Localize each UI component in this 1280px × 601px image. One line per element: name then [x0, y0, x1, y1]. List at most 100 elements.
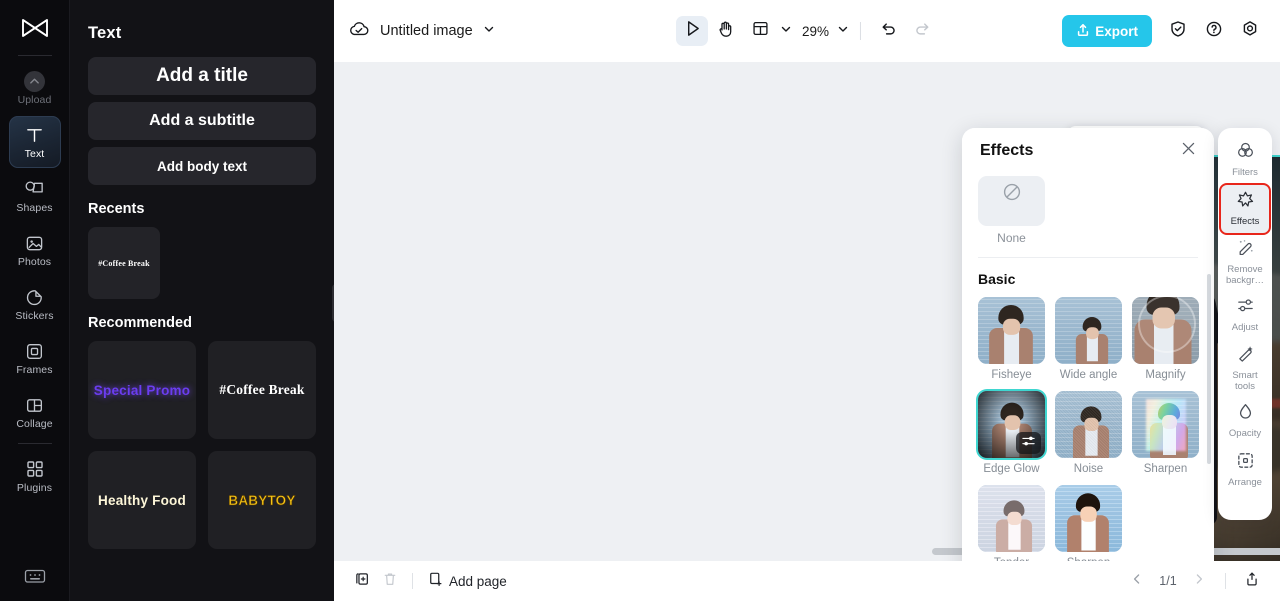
- select-tool-button[interactable]: [675, 16, 708, 46]
- recommended-card[interactable]: Special Promo: [88, 341, 196, 439]
- effect-thumbnail: [978, 485, 1045, 552]
- hand-icon: [717, 20, 735, 43]
- bottom-bar-right: 1/1: [1123, 568, 1266, 594]
- tool-label: Adjust: [1231, 322, 1259, 334]
- effect-item-edge-glow[interactable]: Edge Glow: [978, 391, 1045, 476]
- effect-settings-button[interactable]: [1016, 432, 1041, 454]
- sidebar-item-collage[interactable]: Collage: [9, 386, 61, 438]
- add-a-subtitle-button[interactable]: Add a subtitle: [88, 102, 316, 140]
- layout-tool-button[interactable]: [744, 16, 776, 46]
- recommended-card-label: BABYTOY: [228, 492, 296, 508]
- capcut-logo[interactable]: [14, 8, 56, 48]
- sidebar-item-stickers[interactable]: Stickers: [9, 278, 61, 330]
- sidebar-item-photos[interactable]: Photos: [9, 224, 61, 276]
- effect-label: Sharpen: [1143, 463, 1188, 475]
- effect-label: Tender: [978, 557, 1045, 561]
- duplicate-page-icon: [354, 571, 370, 592]
- effect-item-tender[interactable]: Tender: [978, 485, 1045, 561]
- sidebar-item-label: Text: [24, 148, 45, 160]
- settings-icon: [1241, 20, 1259, 43]
- export-page-button[interactable]: [1238, 568, 1266, 594]
- sidebar-item-plugins[interactable]: Plugins: [9, 450, 61, 502]
- close-icon: [1181, 141, 1196, 161]
- tool-filters[interactable]: Filters: [1221, 136, 1269, 184]
- chevron-down-icon[interactable]: [483, 22, 495, 40]
- sidebar-item-label: Shapes: [16, 202, 53, 214]
- layout-caret-icon[interactable]: [780, 22, 792, 40]
- zoom-caret-icon[interactable]: [837, 22, 849, 40]
- upload-icon: [24, 70, 45, 92]
- document-title[interactable]: Untitled image: [380, 23, 473, 39]
- shield-button[interactable]: [1162, 16, 1194, 46]
- sidebar-item-frames[interactable]: Frames: [9, 332, 61, 384]
- tool-label: Opacity: [1228, 428, 1262, 440]
- delete-page-button[interactable]: [376, 568, 404, 594]
- effects-divider: [978, 257, 1198, 258]
- effects-panel-scrollbar[interactable]: [1207, 274, 1211, 464]
- filters-icon: [1236, 141, 1255, 165]
- settings-button[interactable]: [1234, 16, 1266, 46]
- tool-label: Remove backgr…: [1225, 264, 1264, 286]
- redo-button[interactable]: [906, 16, 938, 46]
- tool-remove-background[interactable]: Remove backgr…: [1221, 234, 1269, 290]
- tool-adjust[interactable]: Adjust: [1221, 291, 1269, 339]
- help-button[interactable]: [1198, 16, 1230, 46]
- effect-label: Noise: [1073, 463, 1104, 475]
- next-page-button[interactable]: [1185, 568, 1213, 594]
- recommended-card[interactable]: Healthy Food: [88, 451, 196, 549]
- tool-opacity[interactable]: Opacity: [1221, 397, 1269, 445]
- effect-item-wide-angle[interactable]: Wide angle: [1055, 297, 1122, 382]
- tool-arrange[interactable]: Arrange: [1221, 446, 1269, 494]
- effect-thumbnail: [1132, 297, 1199, 364]
- recommended-card[interactable]: #Coffee Break: [208, 341, 316, 439]
- effect-item-noise[interactable]: Noise: [1055, 391, 1122, 476]
- effect-item-magnify[interactable]: Magnify: [1132, 297, 1199, 382]
- redo-icon: [914, 20, 931, 42]
- effects-panel-body[interactable]: None Basic Fisheye Wide angle Magnify Ed…: [962, 174, 1214, 561]
- hand-tool-button[interactable]: [710, 16, 742, 46]
- canvas-area[interactable]: Page 1: [334, 62, 1280, 561]
- effect-item-sharpen-2[interactable]: Sharpen: [1055, 485, 1122, 561]
- effect-item-sharpen[interactable]: Sharpen: [1132, 391, 1199, 476]
- cloud-saved-icon[interactable]: [348, 20, 370, 43]
- close-effects-panel-button[interactable]: [1176, 139, 1200, 163]
- remove-background-icon: [1236, 238, 1255, 262]
- text-icon: [25, 124, 44, 146]
- collage-icon: [25, 394, 44, 416]
- keyboard-shortcuts-button[interactable]: [0, 568, 70, 589]
- export-button[interactable]: Export: [1062, 15, 1152, 47]
- duplicate-page-button[interactable]: [348, 568, 376, 594]
- tool-effects[interactable]: Effects: [1219, 183, 1271, 235]
- previous-page-button[interactable]: [1123, 568, 1151, 594]
- add-page-button[interactable]: Add page: [427, 571, 507, 592]
- undo-button[interactable]: [872, 16, 904, 46]
- effects-icon: [1236, 190, 1255, 214]
- recommended-card[interactable]: BABYTOY: [208, 451, 316, 549]
- sidebar-item-shapes[interactable]: Shapes: [9, 170, 61, 222]
- none-effect-tile[interactable]: [978, 176, 1045, 226]
- collapse-panel-handle[interactable]: [332, 284, 334, 322]
- toolbar-divider: [860, 22, 862, 40]
- sidebar-item-label: Plugins: [16, 482, 53, 494]
- sidebar-item-text[interactable]: Text: [8, 116, 61, 168]
- add-a-title-button[interactable]: Add a title: [88, 57, 316, 95]
- effect-label: Magnify: [1145, 369, 1186, 381]
- topbar-right: Export: [1062, 15, 1266, 47]
- recent-template-card[interactable]: #Coffee Break: [88, 227, 160, 299]
- zoom-level[interactable]: 29%: [802, 24, 829, 39]
- shapes-icon: [24, 178, 45, 200]
- none-effect-group: None: [978, 174, 1198, 245]
- effect-thumbnail: [978, 391, 1045, 458]
- add-body-text-button[interactable]: Add body text: [88, 147, 316, 185]
- layout-icon: [751, 20, 768, 42]
- rail-divider: [17, 55, 52, 56]
- effects-panel-title: Effects: [980, 142, 1034, 159]
- sidebar-item-upload[interactable]: Upload: [9, 62, 61, 114]
- effect-label: Edge Glow: [983, 463, 1040, 475]
- sidebar-item-label: Frames: [16, 364, 53, 376]
- bottom-divider: [412, 573, 413, 589]
- sidebar-item-label: Stickers: [15, 310, 54, 322]
- shield-icon: [1169, 20, 1187, 43]
- effect-item-fisheye[interactable]: Fisheye: [978, 297, 1045, 382]
- tool-smart-tools[interactable]: Smart tools: [1221, 340, 1269, 396]
